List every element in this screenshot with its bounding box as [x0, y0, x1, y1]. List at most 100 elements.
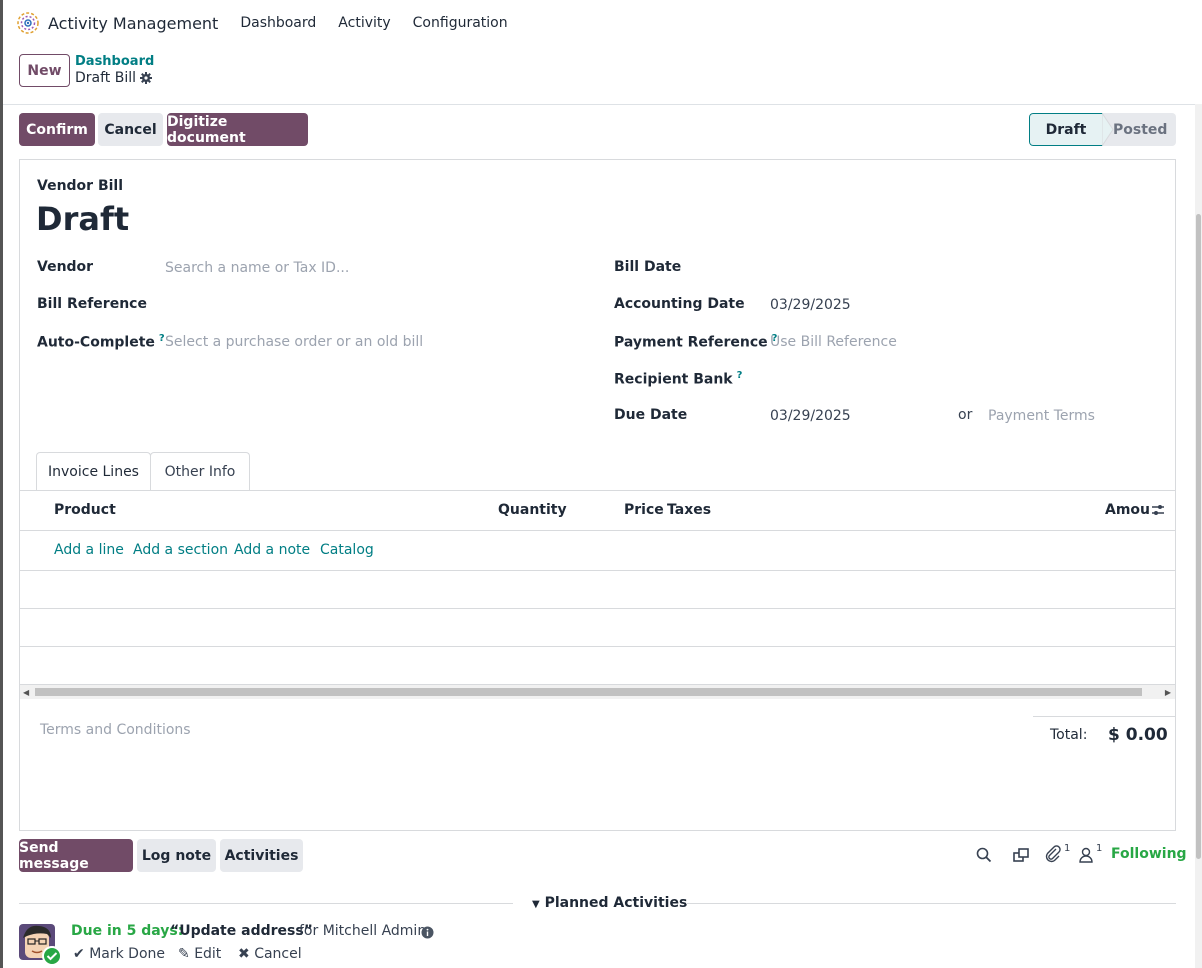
edit-label: Edit	[194, 946, 222, 962]
mark-done-link[interactable]: ✔ Mark Done	[73, 946, 165, 962]
add-note-link[interactable]: Add a note	[234, 542, 310, 558]
tabs-divider	[20, 490, 1175, 491]
add-section-link[interactable]: Add a section	[133, 542, 228, 558]
document-type-label: Vendor Bill	[37, 178, 124, 194]
mark-done-label: Mark Done	[89, 946, 165, 962]
or-label: or	[958, 407, 973, 423]
table-row	[20, 646, 1175, 647]
menu-configuration[interactable]: Configuration	[413, 15, 508, 31]
close-icon: ✖	[238, 946, 250, 962]
vendor-label: Vendor	[37, 259, 94, 275]
breadcrumb-parent[interactable]: Dashboard	[75, 54, 154, 69]
recipient-bank-input[interactable]	[770, 371, 1150, 391]
menu-activity[interactable]: Activity	[338, 15, 390, 31]
check-icon: ✔	[73, 946, 85, 962]
form-sheet: Vendor Bill Draft Vendor Search a name o…	[19, 159, 1176, 831]
accounting-date-input[interactable]: 03/29/2025	[770, 297, 851, 313]
vendor-input[interactable]: Search a name or Tax ID...	[165, 260, 349, 276]
breadcrumb-current-label: Draft Bill	[75, 70, 137, 86]
column-amount[interactable]: Amou	[1105, 502, 1150, 518]
confirm-button[interactable]: Confirm	[19, 113, 95, 146]
app-logo-icon[interactable]	[17, 12, 39, 34]
auto-complete-input[interactable]: Select a purchase order or an old bill	[165, 334, 423, 350]
due-date-label: Due Date	[614, 407, 688, 423]
recipient-bank-label: Recipient Bank?	[614, 370, 742, 388]
total-value: $ 0.00	[1108, 725, 1168, 745]
caret-down-icon: ▼	[532, 899, 540, 910]
bill-date-input[interactable]	[770, 260, 1150, 280]
due-date-input[interactable]: 03/29/2025	[770, 408, 851, 424]
column-price[interactable]: Price	[624, 502, 664, 518]
catalog-link[interactable]: Catalog	[320, 542, 374, 558]
accounting-date-label: Accounting Date	[614, 296, 745, 312]
activities-button[interactable]: Activities	[220, 839, 303, 872]
status-draft[interactable]: Draft	[1029, 113, 1103, 146]
check-circle-icon	[42, 946, 62, 966]
app-root: Activity Management Dashboard Activity C…	[0, 0, 1202, 968]
scroll-right-icon[interactable]: ▶	[1165, 688, 1171, 697]
document-name: Draft	[36, 200, 130, 238]
log-note-button[interactable]: Log note	[137, 839, 216, 872]
user-icon[interactable]	[1079, 847, 1093, 863]
column-quantity[interactable]: Quantity	[498, 502, 567, 518]
send-message-button[interactable]: Send message	[19, 839, 133, 872]
payment-reference-label: Payment Reference?	[614, 333, 777, 351]
breadcrumb-current: Draft Bill	[75, 70, 153, 86]
auto-complete-label: Auto-Complete?	[37, 333, 165, 351]
header-row-divider	[20, 530, 1175, 531]
edit-link[interactable]: ✎ Edit	[178, 946, 221, 962]
activity-assignee: for Mitchell Admin	[299, 923, 427, 939]
add-line-link[interactable]: Add a line	[54, 542, 124, 558]
help-tooltip-icon[interactable]: ?	[159, 333, 165, 344]
tab-invoice-lines[interactable]: Invoice Lines	[36, 452, 151, 491]
total-label: Total:	[1050, 727, 1088, 743]
menu-dashboard[interactable]: Dashboard	[240, 15, 316, 31]
cancel-activity-link[interactable]: ✖ Cancel	[238, 946, 302, 962]
table-row	[20, 608, 1175, 609]
bill-reference-input[interactable]	[165, 297, 565, 317]
vertical-scrollbar[interactable]	[1195, 104, 1202, 968]
auto-complete-label-text: Auto-Complete	[37, 334, 155, 351]
attachments-count: 1	[1064, 843, 1071, 854]
column-product[interactable]: Product	[54, 502, 116, 518]
digitize-document-button[interactable]: Digitize document	[167, 113, 308, 146]
optional-columns-icon[interactable]	[1151, 503, 1165, 517]
horizontal-scrollbar[interactable]: ◀ ▶	[20, 685, 1175, 699]
payment-reference-label-text: Payment Reference	[614, 334, 768, 351]
payment-reference-input[interactable]: Use Bill Reference	[770, 334, 897, 350]
new-button[interactable]: New	[19, 54, 70, 87]
divider-right	[686, 903, 1176, 904]
planned-activities-title: Planned Activities	[544, 895, 688, 911]
followers-count: 1	[1096, 843, 1103, 854]
status-posted[interactable]: Posted	[1113, 113, 1167, 146]
header-divider	[3, 104, 1202, 105]
divider-left	[19, 903, 513, 904]
cancel-activity-label: Cancel	[254, 946, 302, 962]
info-icon[interactable]	[421, 926, 434, 939]
pencil-icon: ✎	[178, 946, 190, 962]
planned-activities-toggle[interactable]: ▼ Planned Activities	[532, 895, 687, 911]
payment-terms-input[interactable]: Payment Terms	[988, 408, 1095, 424]
search-icon[interactable]	[976, 847, 992, 863]
app-title[interactable]: Activity Management	[48, 14, 218, 33]
activity-summary: “Update address”	[170, 923, 313, 939]
following-button[interactable]: Following	[1111, 846, 1187, 862]
terms-and-conditions-input[interactable]: Terms and Conditions	[40, 722, 191, 738]
activity-due: Due in 5 days:	[71, 923, 184, 939]
scroll-left-icon[interactable]: ◀	[23, 688, 29, 697]
gear-icon[interactable]	[140, 72, 153, 84]
help-tooltip-icon[interactable]: ?	[737, 370, 743, 381]
scrollbar-thumb[interactable]	[35, 688, 1142, 696]
top-navbar: Activity Management Dashboard Activity C…	[3, 0, 1202, 46]
cancel-button[interactable]: Cancel	[98, 113, 163, 146]
column-taxes[interactable]: Taxes	[667, 502, 711, 518]
table-row	[20, 570, 1175, 571]
paperclip-icon[interactable]	[1045, 845, 1061, 863]
bill-reference-label: Bill Reference	[37, 296, 147, 312]
vertical-scrollbar-thumb[interactable]	[1196, 214, 1201, 859]
bill-date-label: Bill Date	[614, 259, 682, 275]
recipient-bank-label-text: Recipient Bank	[614, 371, 733, 388]
expand-icon[interactable]	[1013, 847, 1030, 863]
status-bar: Draft Posted	[1029, 113, 1176, 146]
tab-other-info[interactable]: Other Info	[150, 452, 250, 491]
